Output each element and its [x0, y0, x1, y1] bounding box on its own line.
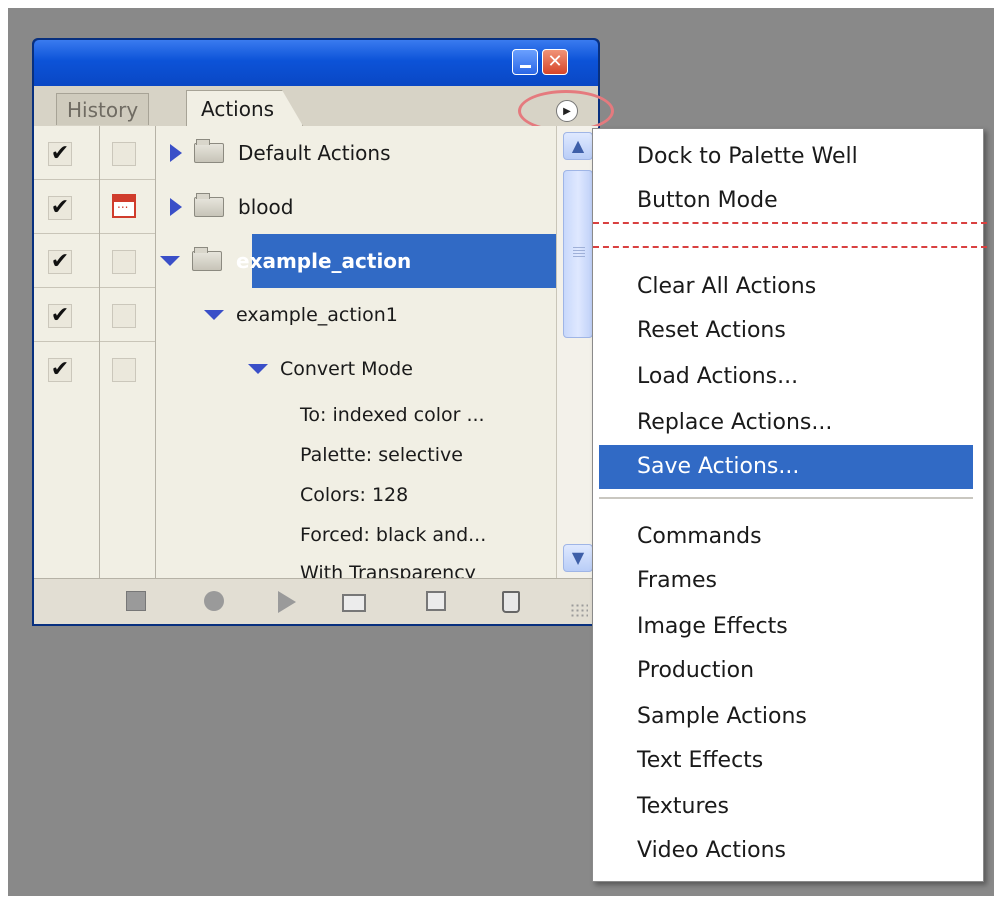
stop-icon[interactable] — [126, 591, 146, 611]
folder-icon — [194, 193, 224, 217]
palette-title-bar[interactable]: ✕ — [34, 40, 598, 86]
close-button[interactable]: ✕ — [542, 49, 568, 75]
palette-flyout-menu: Dock to Palette Well Button Mode Clear A… — [592, 128, 987, 882]
new-action-icon[interactable] — [426, 591, 446, 611]
action-set-row[interactable]: blood — [156, 180, 556, 234]
step-detail: Colors: 128 — [300, 484, 409, 506]
menu-item-production[interactable]: Production — [599, 649, 973, 693]
toggle-checkbox[interactable]: ✔ — [48, 250, 72, 274]
menu-item-frames[interactable]: Frames — [599, 559, 973, 603]
step-detail: To: indexed color ... — [300, 404, 485, 426]
dialog-cell — [100, 126, 155, 180]
annotation-dashed-line — [593, 246, 987, 248]
chevron-down-icon: ▼ — [571, 548, 585, 567]
menu-item-text-effects[interactable]: Text Effects — [599, 739, 973, 783]
scroll-up-button[interactable]: ▲ — [563, 132, 593, 160]
menu-item-load-actions[interactable]: Load Actions... — [599, 355, 973, 399]
folder-icon — [192, 247, 222, 271]
toggle-checkbox[interactable]: ✔ — [48, 304, 72, 328]
trash-icon[interactable] — [502, 591, 520, 613]
toggle-cell: ✔ — [34, 126, 99, 180]
command-label: Convert Mode — [280, 358, 413, 380]
palette-toolbar — [34, 578, 598, 624]
menu-item-textures[interactable]: Textures — [599, 785, 973, 829]
expand-triangle-icon[interactable] — [170, 144, 182, 162]
menu-item-sample-actions[interactable]: Sample Actions — [599, 695, 973, 739]
toggle-checkbox[interactable]: ✔ — [48, 196, 72, 220]
grip-icon — [573, 247, 585, 257]
action-set-label: blood — [238, 195, 294, 219]
action-label: example_action1 — [236, 304, 398, 326]
dialog-toggle-box[interactable] — [112, 358, 136, 382]
minimize-button[interactable] — [512, 49, 538, 75]
actions-list-panel: ✔ ✔ ✔ ✔ ✔ Default Actions blood — [34, 126, 598, 578]
action-set-row-selected[interactable]: example_action — [156, 234, 556, 288]
menu-item-button-mode[interactable]: Button Mode — [599, 179, 973, 223]
dialog-cell — [100, 342, 155, 396]
menu-item-reset-actions[interactable]: Reset Actions — [599, 309, 973, 353]
step-detail: Palette: selective — [300, 444, 463, 466]
menu-item-replace-actions[interactable]: Replace Actions... — [599, 401, 973, 445]
scrollbar-thumb[interactable] — [563, 170, 593, 338]
folder-icon — [194, 139, 224, 163]
menu-item-image-effects[interactable]: Image Effects — [599, 605, 973, 649]
tab-actions[interactable]: Actions — [186, 90, 304, 126]
toggle-checkbox[interactable]: ✔ — [48, 358, 72, 382]
action-set-label: Default Actions — [238, 141, 391, 165]
toggle-checkbox[interactable]: ✔ — [48, 142, 72, 166]
chevron-up-icon: ▲ — [571, 136, 585, 155]
dialog-cell — [100, 288, 155, 342]
close-icon: ✕ — [547, 51, 563, 72]
dialog-cell — [100, 180, 155, 234]
new-set-icon[interactable] — [342, 594, 366, 612]
collapse-triangle-icon[interactable] — [248, 364, 268, 374]
toggle-cell: ✔ — [34, 288, 99, 342]
dialog-column — [100, 126, 156, 578]
action-set-label: example_action — [236, 249, 412, 273]
toggle-cell: ✔ — [34, 234, 99, 288]
dialog-toggle-box[interactable] — [112, 304, 136, 328]
dialog-cell — [100, 234, 155, 288]
actions-tree: Default Actions blood example_action exa… — [156, 126, 556, 578]
step-detail: With Transparency — [300, 562, 476, 578]
tab-history[interactable]: History — [56, 93, 150, 125]
menu-item-save-actions[interactable]: Save Actions... — [599, 445, 973, 489]
play-icon[interactable] — [278, 591, 296, 613]
record-icon[interactable] — [204, 591, 224, 611]
menu-item-commands[interactable]: Commands — [599, 515, 973, 559]
menu-item-video-actions[interactable]: Video Actions — [599, 829, 973, 873]
resize-grip-icon[interactable] — [570, 603, 588, 619]
step-detail: Forced: black and... — [300, 524, 487, 546]
collapse-triangle-icon[interactable] — [160, 256, 180, 266]
action-set-row[interactable]: Default Actions — [156, 126, 556, 180]
annotation-dashed-line — [593, 222, 987, 224]
expand-triangle-icon[interactable] — [170, 198, 182, 216]
scroll-down-button[interactable]: ▼ — [563, 544, 593, 572]
menu-item-clear-all-actions[interactable]: Clear All Actions — [599, 265, 973, 309]
menu-separator — [599, 497, 973, 499]
toggle-cell: ✔ — [34, 180, 99, 234]
palette-tab-row: History Actions ▶ — [34, 86, 614, 132]
actions-palette-window: ✕ History Actions ▶ ✔ ✔ ✔ ✔ ✔ Default Ac… — [32, 38, 614, 626]
toggle-cell: ✔ — [34, 342, 99, 396]
dialog-toggle-box[interactable] — [112, 142, 136, 166]
collapse-triangle-icon[interactable] — [204, 310, 224, 320]
toggle-column: ✔ ✔ ✔ ✔ ✔ — [34, 126, 100, 578]
dialog-toggle-box[interactable] — [112, 250, 136, 274]
dialog-icon[interactable] — [112, 194, 136, 218]
minimize-icon — [519, 64, 531, 68]
menu-item-dock-to-palette-well[interactable]: Dock to Palette Well — [599, 135, 973, 179]
action-row[interactable]: example_action1 — [156, 288, 556, 342]
command-row[interactable]: Convert Mode — [156, 342, 556, 396]
